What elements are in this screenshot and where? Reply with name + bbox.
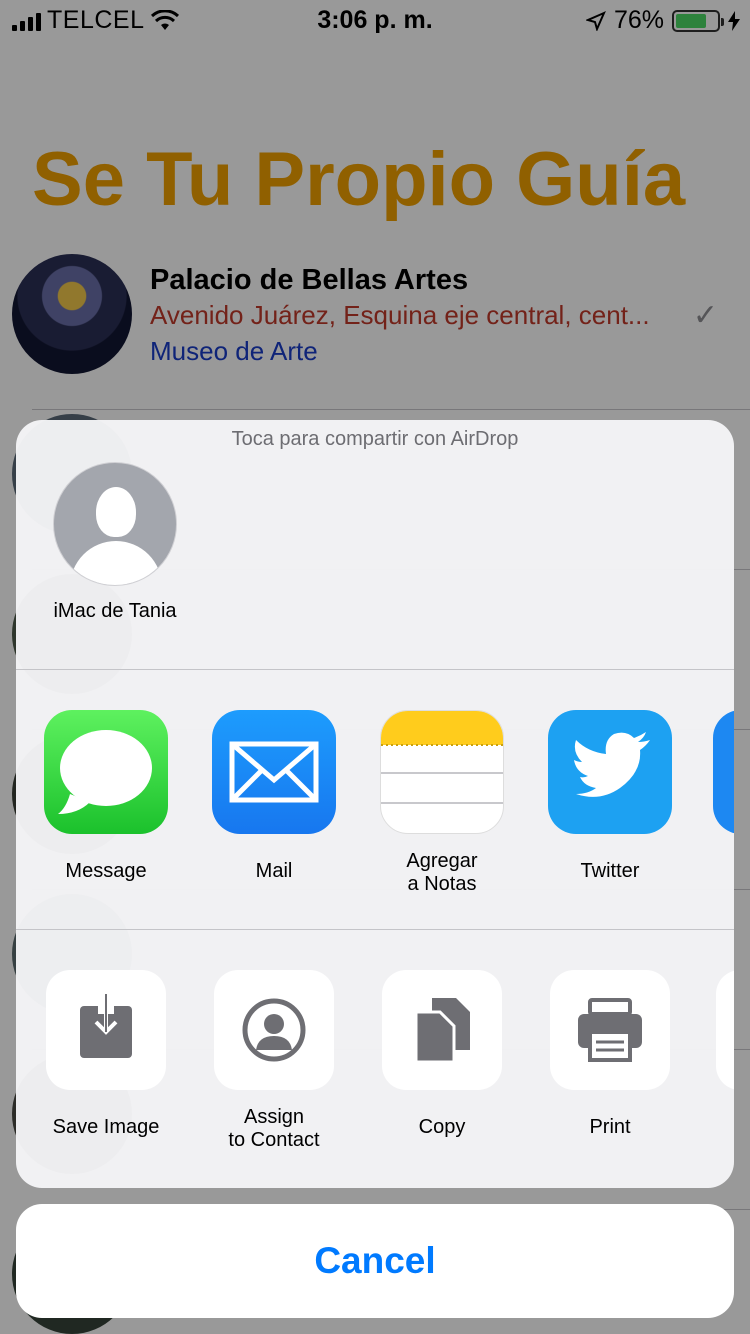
share-app-mail[interactable]: Mail — [209, 710, 339, 883]
action-label: Copy — [418, 1116, 466, 1138]
airdrop-section: Toca para compartir con AirDrop iMac de … — [16, 420, 734, 670]
print-icon — [550, 970, 670, 1090]
action-label: Save Image — [52, 1116, 160, 1138]
airdrop-title: Toca para compartir con AirDrop — [231, 428, 519, 450]
airdrop-contact-name: iMac de Tania — [53, 600, 177, 622]
person-placeholder-icon — [53, 462, 177, 586]
share-app-label: Agregar a Notas — [406, 850, 478, 895]
assign-contact-icon — [214, 970, 334, 1090]
share-actions-row: Save Image Assign to Contact Copy Print — [16, 930, 734, 1188]
notes-icon — [380, 710, 504, 834]
action-save-image[interactable]: Save Image — [41, 970, 171, 1139]
action-print[interactable]: Print — [545, 970, 675, 1139]
share-app-label: Twitter — [580, 860, 640, 882]
copy-icon — [382, 970, 502, 1090]
action-partial[interactable] — [716, 970, 734, 1090]
action-label: Assign to Contact — [228, 1106, 320, 1151]
share-app-label: Mail — [255, 860, 293, 882]
share-app-label: Message — [65, 860, 147, 882]
action-copy[interactable]: Copy — [377, 970, 507, 1139]
action-assign-to-contact[interactable]: Assign to Contact — [209, 970, 339, 1152]
partial-action-icon — [716, 970, 734, 1090]
mail-icon — [212, 710, 336, 834]
share-app-notes[interactable]: Agregar a Notas — [377, 710, 507, 896]
cancel-button[interactable]: Cancel — [16, 1204, 734, 1318]
share-app-message[interactable]: Message — [41, 710, 171, 883]
messages-icon — [44, 710, 168, 834]
share-sheet: Toca para compartir con AirDrop iMac de … — [16, 420, 734, 1188]
save-image-icon — [46, 970, 166, 1090]
share-apps-row: Message Mail Agregar a Notas Twitter — [16, 670, 734, 930]
partial-app-icon — [713, 710, 734, 834]
share-app-partial[interactable] — [713, 710, 734, 834]
twitter-icon — [548, 710, 672, 834]
share-app-twitter[interactable]: Twitter — [545, 710, 675, 883]
action-label: Print — [589, 1116, 631, 1138]
airdrop-contact[interactable]: iMac de Tania — [40, 462, 190, 623]
cancel-label: Cancel — [314, 1240, 436, 1281]
